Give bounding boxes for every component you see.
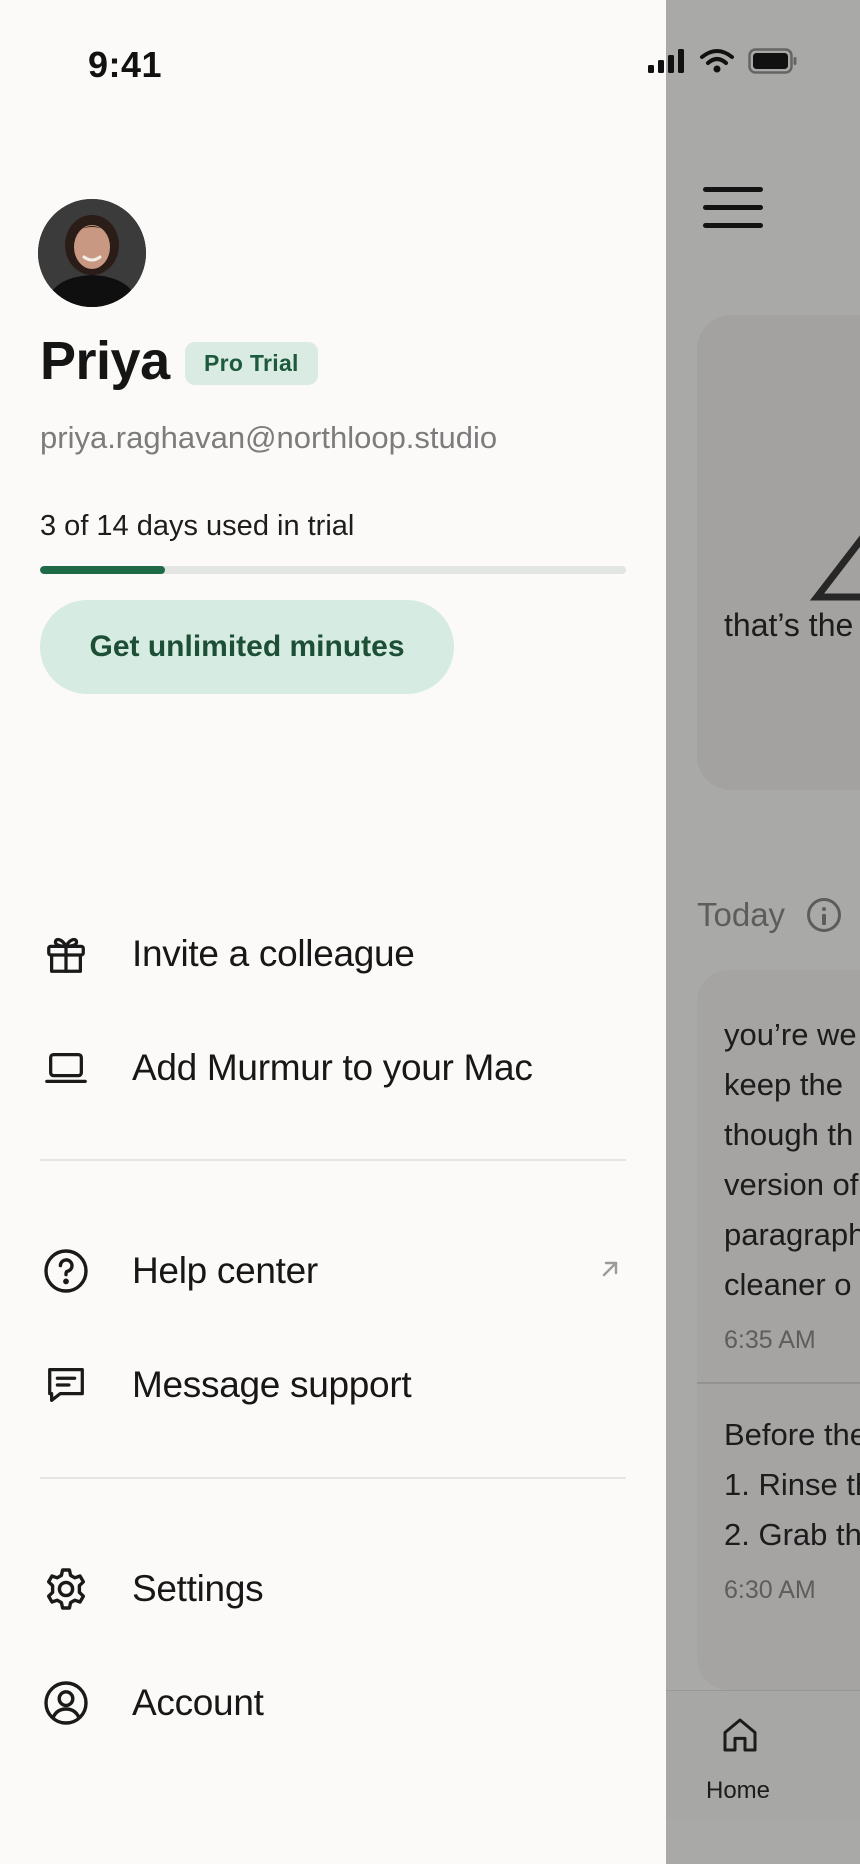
status-icons <box>648 48 798 74</box>
menu-item-account[interactable]: Account <box>40 1663 626 1743</box>
get-unlimited-minutes-button[interactable]: Get unlimited minutes <box>40 600 454 694</box>
gear-icon <box>40 1563 92 1615</box>
status-time: 9:41 <box>88 44 163 85</box>
menu-divider <box>40 1477 626 1479</box>
trial-usage-text: 3 of 14 days used in trial <box>40 510 355 542</box>
user-email: priya.raghavan@northloop.studio <box>40 420 498 455</box>
laptop-icon <box>40 1042 92 1094</box>
wifi-icon <box>700 49 734 73</box>
menu-item-invite-colleague[interactable]: Invite a colleague <box>40 914 626 994</box>
side-drawer: 9:41 Priya Pro Trial priya.raghavan@nort… <box>0 0 797 1864</box>
user-name: Priya <box>40 331 170 391</box>
message-icon <box>40 1359 92 1411</box>
menu-item-message-support[interactable]: Message support <box>40 1345 626 1425</box>
menu-item-label: Add Murmur to your Mac <box>132 1047 533 1088</box>
battery-icon <box>748 48 797 74</box>
cellular-signal-icon <box>648 49 684 73</box>
menu-item-label: Invite a colleague <box>132 933 415 974</box>
menu-item-settings[interactable]: Settings <box>40 1549 626 1629</box>
menu-item-label: Message support <box>132 1364 412 1405</box>
external-arrow-icon <box>598 1257 622 1286</box>
menu-item-help-center[interactable]: Help center <box>40 1231 626 1311</box>
plan-badge: Pro Trial <box>185 342 318 385</box>
help-circle-icon <box>40 1245 92 1297</box>
screen: that’s the Today you’re we keep the thou… <box>0 0 860 1864</box>
menu-item-label: Account <box>132 1682 264 1723</box>
menu-divider <box>40 1159 626 1161</box>
avatar-photo <box>38 199 146 307</box>
trial-progress-fill <box>40 566 166 574</box>
menu-item-label: Help center <box>132 1250 318 1291</box>
menu-item-add-to-mac[interactable]: Add Murmur to your Mac <box>40 1028 626 1108</box>
menu-item-label: Settings <box>132 1568 264 1609</box>
user-circle-icon <box>40 1677 92 1729</box>
trial-progress-bar <box>40 566 626 574</box>
gift-icon <box>40 928 92 980</box>
avatar[interactable] <box>38 199 146 307</box>
